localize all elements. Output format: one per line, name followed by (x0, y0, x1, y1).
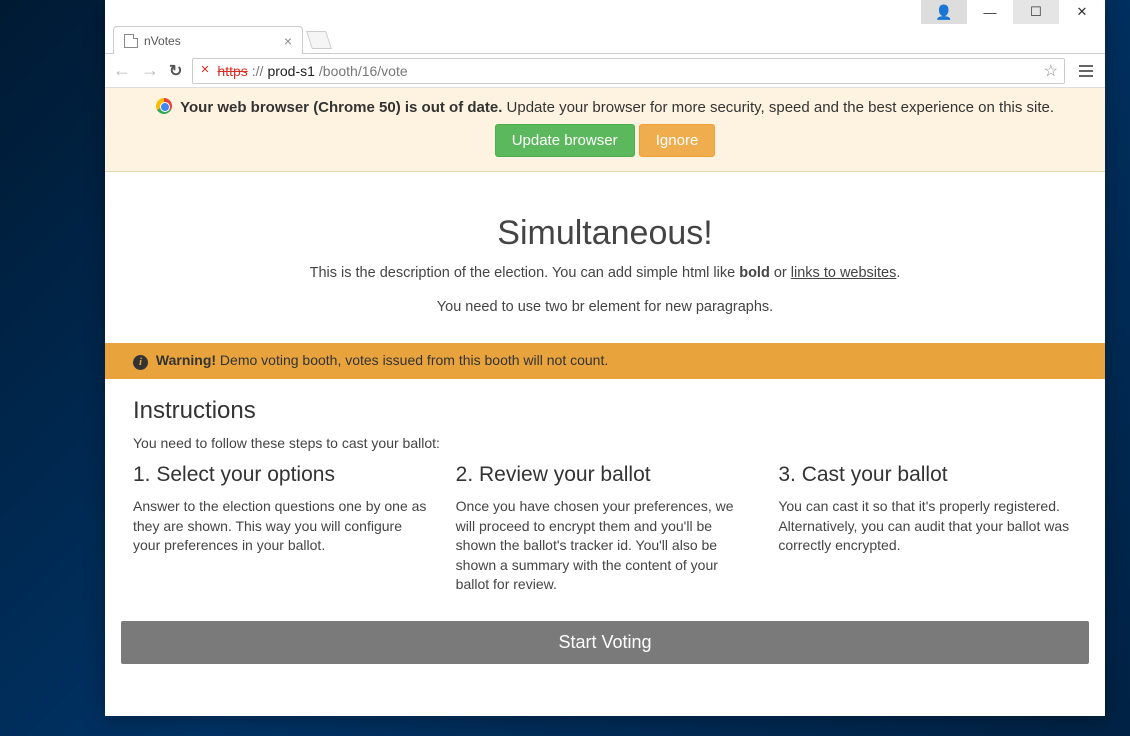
user-icon[interactable]: 👤 (921, 0, 967, 24)
warning-text: Demo voting booth, votes issued from thi… (216, 352, 608, 368)
browser-toolbar: ← → ↻ https ://prod-s1/booth/16/vote ☆ (105, 54, 1105, 88)
close-tab-icon[interactable]: × (284, 33, 292, 49)
election-description-2: You need to use two br element for new p… (105, 299, 1105, 315)
step-1-title: 1. Select your options (133, 463, 432, 487)
url-scheme-struck: https (217, 63, 247, 79)
update-browser-button[interactable]: Update browser (495, 124, 635, 157)
browser-window: 👤 — ☐ ✕ nVotes × ← → ↻ https ://prod-s1/b… (105, 0, 1105, 716)
outdated-browser-banner: Your web browser (Chrome 50) is out of d… (105, 88, 1105, 172)
tab-strip: nVotes × (105, 24, 1105, 54)
ignore-button[interactable]: Ignore (639, 124, 716, 157)
outdated-text: Update your browser for more security, s… (502, 99, 1054, 116)
minimize-button[interactable]: — (967, 0, 1013, 24)
step-2-title: 2. Review your ballot (456, 463, 755, 487)
tab-title: nVotes (144, 34, 181, 48)
description-link[interactable]: links to websites (791, 265, 897, 281)
page-content: Your web browser (Chrome 50) is out of d… (105, 88, 1105, 716)
step-3-title: 3. Cast your ballot (778, 463, 1077, 487)
forward-button[interactable]: → (141, 60, 159, 81)
document-icon (124, 34, 138, 48)
insecure-icon (199, 64, 213, 78)
url-host: prod-s1 (267, 63, 314, 79)
url-scheme-tail: :// (252, 63, 264, 79)
maximize-button[interactable]: ☐ (1013, 0, 1059, 24)
steps-row: 1. Select your options Answer to the ele… (133, 463, 1077, 595)
step-3-text: You can cast it so that it's properly re… (778, 497, 1077, 556)
browser-tab[interactable]: nVotes × (113, 26, 303, 54)
step-3: 3. Cast your ballot You can cast it so t… (778, 463, 1077, 595)
reload-button[interactable]: ↻ (169, 61, 182, 81)
window-titlebar: 👤 — ☐ ✕ (105, 0, 1105, 24)
info-icon: i (133, 355, 148, 370)
address-bar[interactable]: https ://prod-s1/booth/16/vote ☆ (192, 58, 1065, 84)
start-voting-button[interactable]: Start Voting (121, 621, 1089, 664)
close-window-button[interactable]: ✕ (1059, 0, 1105, 24)
step-2-text: Once you have chosen your preferences, w… (456, 497, 755, 595)
warning-banner: i Warning! Demo voting booth, votes issu… (105, 343, 1105, 379)
chrome-icon (156, 98, 172, 114)
new-tab-button[interactable] (306, 31, 332, 49)
election-description: This is the description of the election.… (105, 265, 1105, 281)
browser-menu-button[interactable] (1075, 60, 1097, 82)
step-1-text: Answer to the election questions one by … (133, 497, 432, 556)
url-path: /booth/16/vote (319, 63, 408, 79)
election-title: Simultaneous! (105, 214, 1105, 253)
back-button[interactable]: ← (113, 60, 131, 81)
outdated-bold-text: Your web browser (Chrome 50) is out of d… (180, 99, 502, 116)
warning-label: Warning! (156, 352, 216, 368)
step-1: 1. Select your options Answer to the ele… (133, 463, 432, 595)
instructions-section: Instructions You need to follow these st… (105, 379, 1105, 607)
bookmark-star-icon[interactable]: ☆ (1044, 61, 1058, 81)
instructions-heading: Instructions (133, 397, 1077, 425)
step-2: 2. Review your ballot Once you have chos… (456, 463, 755, 595)
instructions-lead: You need to follow these steps to cast y… (133, 435, 1077, 451)
